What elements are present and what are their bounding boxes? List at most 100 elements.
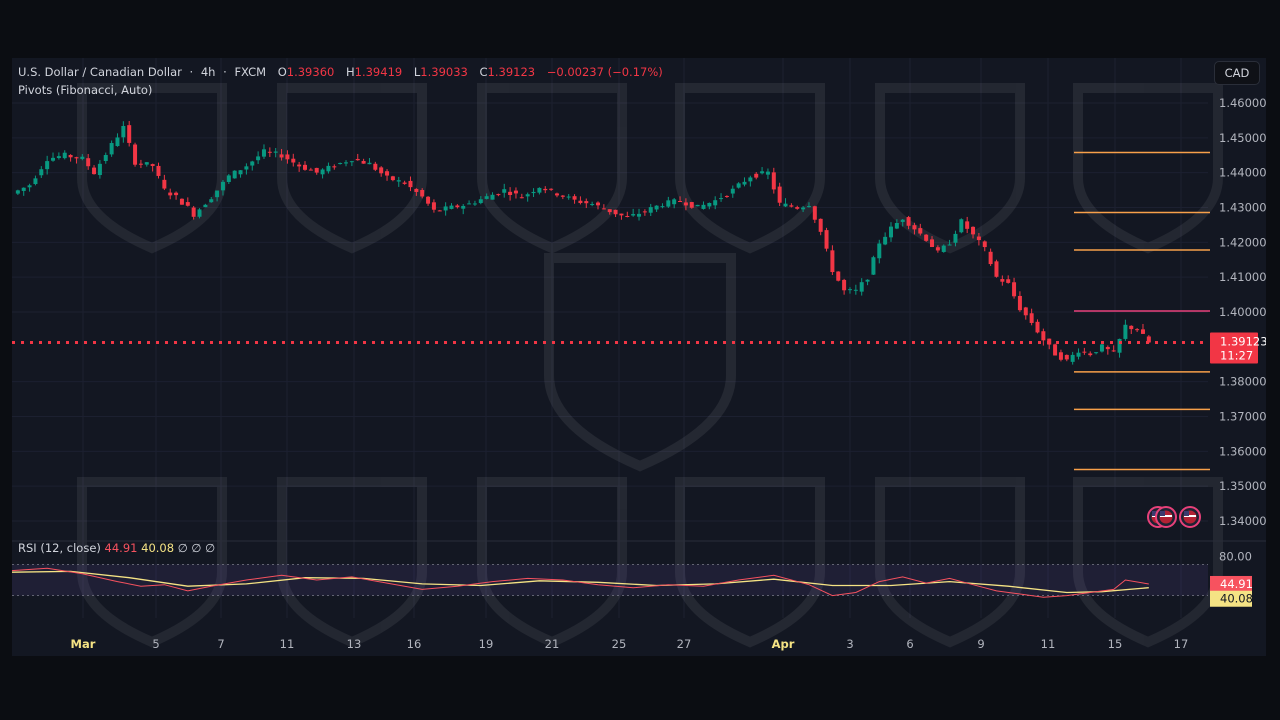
- candle[interactable]: [590, 201, 595, 207]
- candle[interactable]: [1058, 349, 1063, 362]
- rsi-legend[interactable]: RSI (12, close) 44.91 40.08 ∅ ∅ ∅: [18, 541, 215, 555]
- candle[interactable]: [877, 239, 882, 264]
- candle[interactable]: [859, 278, 864, 296]
- candle[interactable]: [138, 159, 143, 169]
- candle[interactable]: [648, 203, 653, 216]
- time-axis[interactable]: Mar 5 7 11 13 16 19 21 25 27 Apr 3 6 9 11 15 17: [71, 637, 1189, 651]
- candle[interactable]: [672, 198, 677, 209]
- candle[interactable]: [408, 176, 413, 192]
- candle[interactable]: [508, 187, 513, 201]
- candle[interactable]: [1129, 325, 1134, 334]
- candle[interactable]: [402, 180, 407, 185]
- price-axis[interactable]: 1.46000 1.45000 1.44000 1.43000 1.42000 1.410…: [1219, 96, 1267, 564]
- candle[interactable]: [314, 167, 319, 175]
- candle[interactable]: [554, 192, 559, 198]
- candle[interactable]: [789, 203, 794, 208]
- candle[interactable]: [1094, 352, 1099, 355]
- us-flag-event-icon[interactable]: [1179, 506, 1201, 528]
- candle[interactable]: [97, 160, 102, 179]
- candle[interactable]: [396, 176, 401, 187]
- candle[interactable]: [666, 196, 671, 208]
- indicator-legend[interactable]: Pivots (Fibonacci, Auto): [18, 83, 156, 97]
- candle[interactable]: [847, 287, 852, 294]
- candle[interactable]: [642, 209, 647, 216]
- candle[interactable]: [390, 175, 395, 182]
- candle[interactable]: [830, 245, 835, 276]
- candle[interactable]: [1012, 277, 1017, 299]
- candle[interactable]: [1140, 323, 1145, 334]
- candle[interactable]: [355, 153, 360, 161]
- candle[interactable]: [27, 183, 32, 192]
- candle[interactable]: [531, 188, 536, 198]
- candle[interactable]: [701, 201, 706, 210]
- candle[interactable]: [361, 158, 366, 164]
- candle[interactable]: [226, 173, 231, 184]
- candle[interactable]: [156, 162, 161, 179]
- candle[interactable]: [1088, 351, 1093, 357]
- candle[interactable]: [871, 255, 876, 275]
- candle[interactable]: [549, 188, 554, 191]
- candle[interactable]: [1053, 343, 1058, 356]
- candle[interactable]: [150, 163, 155, 172]
- interval-label[interactable]: 4h: [201, 65, 216, 79]
- candle[interactable]: [601, 204, 606, 210]
- candle[interactable]: [1064, 354, 1069, 362]
- candle[interactable]: [560, 195, 565, 200]
- candle[interactable]: [431, 199, 436, 213]
- candle[interactable]: [924, 234, 929, 242]
- candle[interactable]: [33, 175, 38, 186]
- candle[interactable]: [203, 203, 208, 208]
- candle[interactable]: [777, 182, 782, 207]
- candle[interactable]: [1070, 351, 1075, 365]
- candle[interactable]: [92, 165, 97, 175]
- candle[interactable]: [812, 205, 817, 224]
- candle[interactable]: [379, 166, 384, 177]
- candle[interactable]: [385, 169, 390, 181]
- candle[interactable]: [613, 209, 618, 218]
- candle[interactable]: [596, 201, 600, 210]
- candle[interactable]: [584, 198, 589, 209]
- candle[interactable]: [238, 170, 243, 178]
- candle[interactable]: [51, 152, 56, 162]
- candle[interactable]: [461, 204, 466, 215]
- candle[interactable]: [367, 158, 372, 165]
- candle[interactable]: [261, 144, 266, 159]
- candle[interactable]: [168, 188, 173, 200]
- candle[interactable]: [889, 222, 893, 242]
- candle[interactable]: [941, 244, 946, 253]
- candle[interactable]: [185, 197, 190, 207]
- candle[interactable]: [719, 193, 724, 202]
- candle[interactable]: [742, 177, 747, 187]
- currency-button[interactable]: CAD: [1214, 61, 1260, 85]
- candle[interactable]: [174, 191, 179, 200]
- candle[interactable]: [578, 196, 583, 205]
- candle[interactable]: [496, 193, 501, 197]
- candle[interactable]: [121, 121, 126, 143]
- candle[interactable]: [338, 162, 343, 165]
- price-chart-svg[interactable]: 1.46000 1.45000 1.44000 1.43000 1.42000 1.410…: [11, 58, 1268, 656]
- candle[interactable]: [619, 213, 624, 220]
- candle[interactable]: [68, 154, 73, 162]
- candle[interactable]: [525, 192, 530, 202]
- candle[interactable]: [1123, 319, 1128, 341]
- candle[interactable]: [437, 209, 442, 212]
- candle[interactable]: [543, 186, 548, 194]
- candle[interactable]: [1076, 348, 1081, 360]
- candle[interactable]: [695, 204, 700, 207]
- candle[interactable]: [625, 211, 630, 218]
- candle[interactable]: [783, 198, 788, 208]
- candle[interactable]: [959, 218, 964, 234]
- candle[interactable]: [824, 227, 829, 252]
- candle[interactable]: [654, 205, 659, 212]
- candle[interactable]: [637, 208, 642, 221]
- candle[interactable]: [133, 142, 138, 167]
- candle[interactable]: [332, 164, 337, 170]
- candle[interactable]: [631, 208, 636, 217]
- candle[interactable]: [320, 168, 325, 179]
- candle[interactable]: [39, 166, 44, 178]
- candle[interactable]: [62, 150, 67, 160]
- symbol-name[interactable]: U.S. Dollar / Canadian Dollar: [18, 65, 182, 79]
- candle[interactable]: [572, 194, 577, 204]
- us-flag-event-icon[interactable]: [1155, 506, 1177, 528]
- candle[interactable]: [519, 193, 524, 199]
